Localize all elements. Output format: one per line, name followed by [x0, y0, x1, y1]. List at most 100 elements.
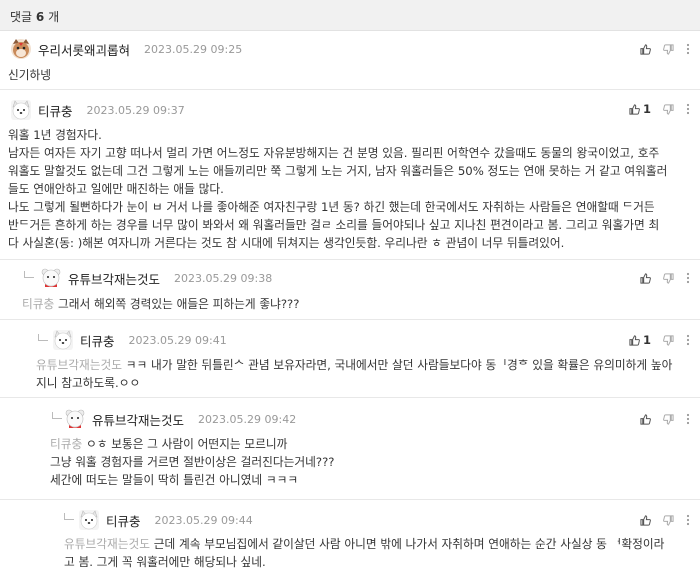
comment-line: 그냥 워홀 경험자를 거르면 절반이상은 걸러진다는거네???: [50, 455, 335, 469]
comment-item: 우리서롯왜괴롭혀 2023.05.29 09:25 신기하넹: [0, 31, 700, 90]
comment-text: ㅇㅎ 보통은 그 사람이 어떤지는 모르니까: [85, 437, 288, 451]
comment-text: 근데 계속 부모님집에서 같이살던 사람 아니면 밖에 나가서 자취하며 연애하…: [153, 537, 665, 551]
avatar-cat-icon: [11, 39, 31, 59]
like-button[interactable]: [640, 272, 651, 284]
comment-count-label: 댓글: [10, 10, 33, 24]
comment-body: 티큐충 그래서 해외쪽 경력있는 애들은 피하는게 좋냐???: [22, 295, 299, 313]
comment-count-number: 6: [35, 10, 45, 24]
comment-author[interactable]: 우리서롯왜괴롭혀: [38, 40, 130, 59]
avatar-bear-icon: [65, 409, 85, 428]
dislike-button[interactable]: [663, 43, 674, 55]
comment-body: 신기하넹: [8, 66, 51, 84]
mention-link[interactable]: 티큐충: [22, 297, 54, 311]
more-vertical-icon: [686, 272, 690, 284]
comment-author[interactable]: 티큐충: [80, 331, 115, 350]
thumbs-up-icon: [640, 272, 651, 284]
thumbs-down-icon: [663, 43, 674, 55]
comment-line: 들도 연애안하고 일에만 매진하는 애들 많다.: [8, 182, 224, 196]
comment-line: 티큐충 그래서 해외쪽 경력있는 애들은 피하는게 좋냐???: [22, 295, 299, 313]
more-vertical-icon: [686, 43, 690, 55]
dislike-button[interactable]: [663, 272, 674, 284]
more-options-button[interactable]: [686, 272, 690, 284]
comment-line: 워홀도 말할것도 없는데 그건 그렇게 노는 애들끼리만 쭉 그렇게 노는 거지…: [8, 164, 668, 178]
comment-body: 유튜브각재는것도 근데 계속 부모님집에서 같이살던 사람 아니면 밖에 나가서…: [64, 535, 664, 571]
like-count: 1: [642, 333, 651, 347]
comment-line: 세간에 떠도는 말들이 딱히 틀린건 아니였네 ㅋㅋㅋ: [50, 473, 299, 487]
dislike-button[interactable]: [663, 514, 674, 526]
comment-date: 2023.05.29 09:42: [198, 412, 297, 426]
thumbs-up-icon: [629, 334, 640, 346]
comment-line: 신기하넹: [8, 68, 52, 82]
like-button[interactable]: 1: [629, 102, 651, 116]
comment-author[interactable]: 유튜브각재는것도: [68, 269, 160, 288]
dislike-button[interactable]: [663, 103, 674, 115]
thumbs-down-icon: [663, 514, 674, 526]
comment-line: 반ᄃ거든 흔하게 하는 경우를 너무 많이 봐와서 왜 워홀러들만 걸ㄹ 소리를…: [8, 218, 660, 232]
comment-line: 지니 참고하도록.ㅇㅇ: [36, 376, 141, 390]
thumbs-down-icon: [663, 103, 674, 115]
dislike-button[interactable]: [663, 334, 674, 346]
comment-body: 티큐충 ㅇㅎ 보통은 그 사람이 어떤지는 모르니까 그냥 워홀 경험자를 거르…: [50, 435, 335, 489]
more-vertical-icon: [686, 413, 690, 425]
comment-author[interactable]: 티큐충: [106, 511, 141, 530]
like-button[interactable]: [640, 413, 651, 425]
comment-author[interactable]: 티큐충: [38, 101, 73, 120]
comment-line: 고 봄. 그게 꼭 워홀러에만 해당되나 싶네.: [64, 555, 266, 569]
comment-body: 유튜브각재는것도 ㅋㅋ 내가 말한 뒤틀린ᄉ 관념 보유자라면, 국내에서만 살…: [36, 356, 672, 392]
reply-indicator: [24, 271, 34, 278]
comment-date: 2023.05.29 09:41: [128, 333, 227, 347]
comment-line: 워홀 1년 경험자다.: [8, 128, 102, 142]
comment-line: 다 사실혼(동: )해본 여자니까 거른다는 것도 참 시대에 뒤쳐지는 생각인…: [8, 236, 565, 250]
comment-text: ㅋㅋ 내가 말한 뒤틀린ᄉ 관념 보유자라면, 국내에서만 살던 사람들보다야 …: [125, 358, 673, 372]
reply-item: 티큐충 2023.05.29 09:44 유튜브각재는것도 근데 계속 부모님집…: [0, 500, 700, 581]
comment-item: 티큐충 2023.05.29 09:37 1 워홀 1년 경험자다. 남자든 여…: [0, 90, 700, 260]
avatar-dog-icon: [11, 100, 31, 120]
avatar-bear-icon: [41, 268, 61, 287]
more-vertical-icon: [686, 334, 690, 346]
comment-author[interactable]: 유튜브각재는것도: [92, 410, 184, 429]
comment-line: 유튜브각재는것도 ㅋㅋ 내가 말한 뒤틀린ᄉ 관념 보유자라면, 국내에서만 살…: [36, 356, 672, 374]
reply-item: 유튜브각재는것도 2023.05.29 09:42 티큐충 ㅇㅎ 보통은 그 사…: [0, 398, 700, 500]
comment-text: 그래서 해외쪽 경력있는 애들은 피하는게 좋냐???: [57, 297, 300, 311]
mention-link[interactable]: 티큐충: [50, 437, 82, 451]
thumbs-down-icon: [663, 413, 674, 425]
comment-line: 유튜브각재는것도 근데 계속 부모님집에서 같이살던 사람 아니면 밖에 나가서…: [64, 535, 664, 553]
more-options-button[interactable]: [686, 413, 690, 425]
more-vertical-icon: [686, 103, 690, 115]
like-button[interactable]: 1: [629, 333, 651, 347]
thumbs-up-icon: [629, 103, 640, 115]
thumbs-up-icon: [640, 413, 651, 425]
mention-link[interactable]: 유튜브각재는것도: [36, 358, 122, 372]
comment-date: 2023.05.29 09:37: [86, 103, 185, 117]
thumbs-down-icon: [663, 272, 674, 284]
avatar-dog-icon: [79, 510, 99, 530]
like-button[interactable]: [640, 514, 651, 526]
more-vertical-icon: [686, 514, 690, 526]
reply-indicator: [38, 334, 48, 341]
reply-indicator: [64, 513, 74, 520]
more-options-button[interactable]: [686, 334, 690, 346]
like-button[interactable]: [640, 43, 651, 55]
like-count: 1: [642, 102, 651, 116]
comment-line: 나도 그렇게 될뻔하다가 눈이 ㅂ 거서 나를 좋아해준 여자친구랑 1년 동?…: [8, 200, 655, 214]
comment-header: 댓글 6 개: [0, 0, 700, 31]
more-options-button[interactable]: [686, 43, 690, 55]
comment-line: 티큐충 ㅇㅎ 보통은 그 사람이 어떤지는 모르니까: [50, 435, 335, 453]
comment-count: 댓글 6 개: [10, 8, 59, 25]
comment-date: 2023.05.29 09:38: [174, 271, 273, 285]
thumbs-up-icon: [640, 43, 651, 55]
reply-item: 티큐충 2023.05.29 09:41 1 유튜브각재는것도 ㅋㅋ 내가 말한…: [0, 320, 700, 398]
mention-link[interactable]: 유튜브각재는것도: [64, 537, 150, 551]
comment-count-unit: 개: [48, 10, 60, 24]
comment-date: 2023.05.29 09:44: [154, 513, 253, 527]
thumbs-down-icon: [663, 334, 674, 346]
avatar-dog-icon: [53, 330, 73, 350]
dislike-button[interactable]: [663, 413, 674, 425]
comment-body: 워홀 1년 경험자다. 남자든 여자든 자기 고향 떠나서 멀리 가면 어느정도…: [8, 126, 667, 252]
reply-indicator: [52, 412, 62, 419]
more-options-button[interactable]: [686, 514, 690, 526]
more-options-button[interactable]: [686, 103, 690, 115]
reply-item: 유튜브각재는것도 2023.05.29 09:38 티큐충 그래서 해외쪽 경력…: [0, 260, 700, 320]
comment-date: 2023.05.29 09:25: [144, 42, 243, 56]
comment-line: 남자든 여자든 자기 고향 떠나서 멀리 가면 어느정도 자유분방해지는 건 분…: [8, 146, 660, 160]
